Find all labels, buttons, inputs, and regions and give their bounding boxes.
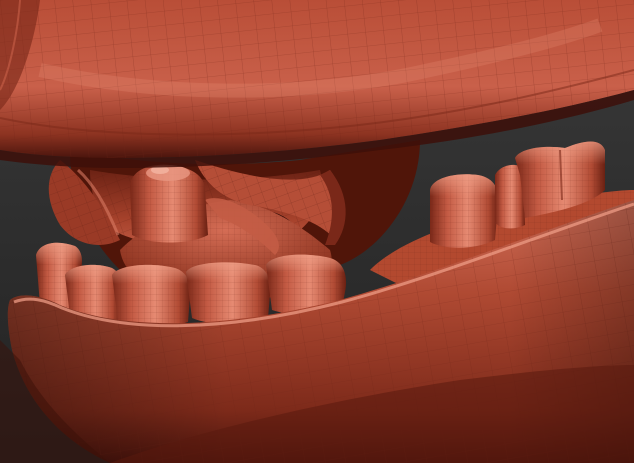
right-premolar [430, 174, 499, 248]
sculpt-viewport[interactable] [0, 0, 634, 463]
rear-molar [130, 164, 208, 243]
tooth-3 [112, 264, 191, 328]
sculpt-render [0, 0, 634, 463]
tooth-4 [186, 262, 271, 324]
